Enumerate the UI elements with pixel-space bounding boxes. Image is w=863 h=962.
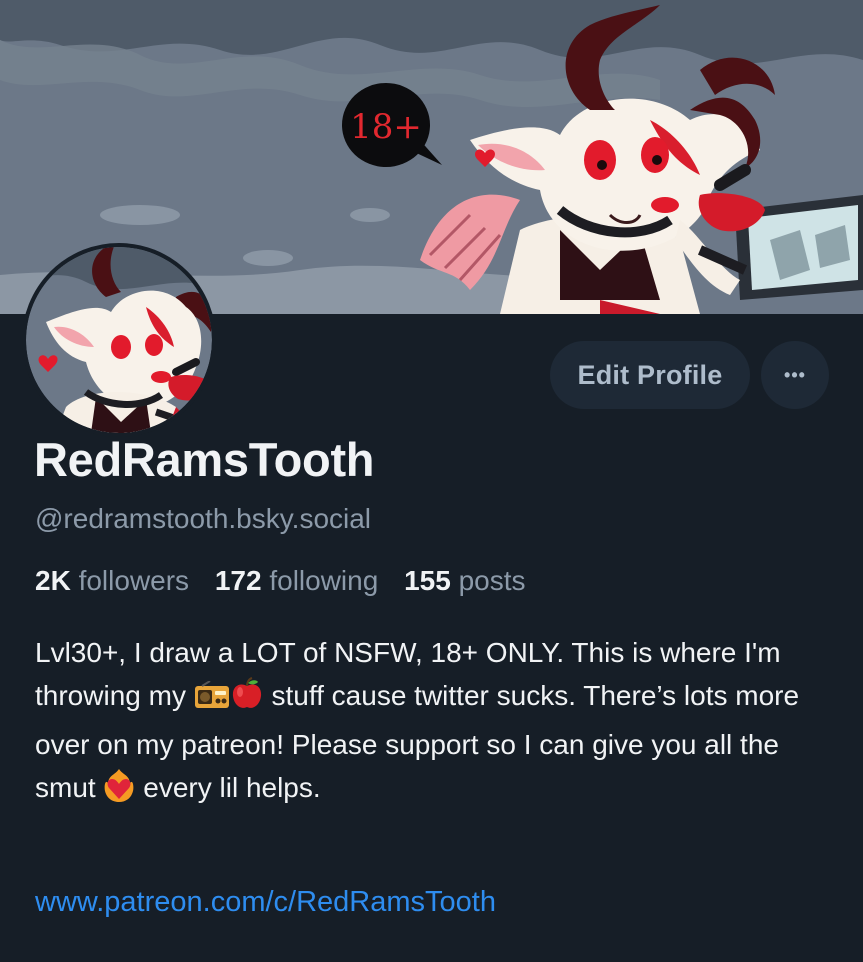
radio-emoji-icon [194,680,230,723]
following-count: 172 [214,565,262,596]
posts-stat: 155 posts [404,565,525,596]
heart-on-fire-emoji-icon [103,767,135,815]
svg-text:18+: 18+ [350,107,422,147]
following-label: following [269,565,379,596]
display-name: RedRamsTooth [34,433,375,486]
bio-text-3: every lil helps. [135,772,321,803]
avatar-image [26,247,212,433]
ellipsis-icon: ••• [784,365,806,385]
avatar[interactable] [22,243,216,437]
posts-label: posts [458,565,526,596]
profile-handle: @redramstooth.bsky.social [35,503,372,534]
followers-count: 2K [35,565,71,596]
profile-page: 18+ Edit Profile ••• RedRamsTooth @redra… [0,0,863,962]
apple-emoji-icon [230,677,264,723]
followers-label: followers [78,565,190,596]
following-stat[interactable]: 172 following [215,565,378,596]
profile-stats: 2K followers 172 following 155 posts [35,565,544,597]
profile-bio: Lvl30+, I draw a LOT of NSFW, 18+ ONLY. … [35,631,835,815]
edit-profile-button[interactable]: Edit Profile [550,341,750,409]
patreon-link[interactable]: www.patreon.com/c/RedRamsTooth [35,886,496,919]
followers-stat[interactable]: 2K followers [35,565,189,596]
posts-count: 155 [404,565,451,596]
more-options-button[interactable]: ••• [761,341,829,409]
